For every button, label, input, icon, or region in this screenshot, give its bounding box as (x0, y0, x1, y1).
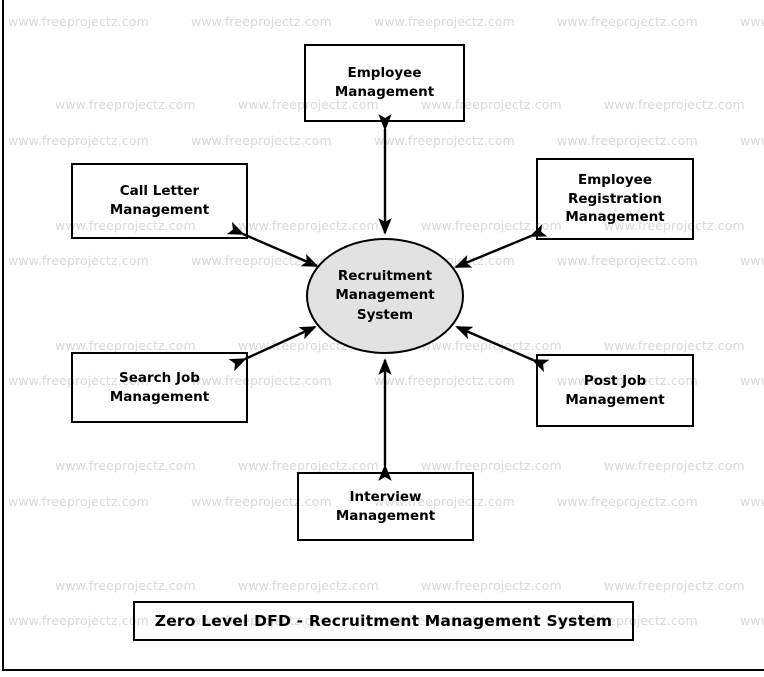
process-label: Recruitment Management System (335, 268, 435, 323)
flow-employee-registration-management (454, 224, 548, 269)
diagram-canvas: Employee Management Call Letter Manageme… (0, 0, 764, 677)
flow-search-job-management (228, 325, 317, 372)
dfd-page: www.freeprojectz.com www.freeprojectz.com… (0, 0, 764, 677)
flow-post-job-management (455, 325, 550, 373)
flow-call-letter-management (226, 221, 319, 268)
process-recruitment-management-system[interactable]: Recruitment Management System (306, 238, 464, 354)
